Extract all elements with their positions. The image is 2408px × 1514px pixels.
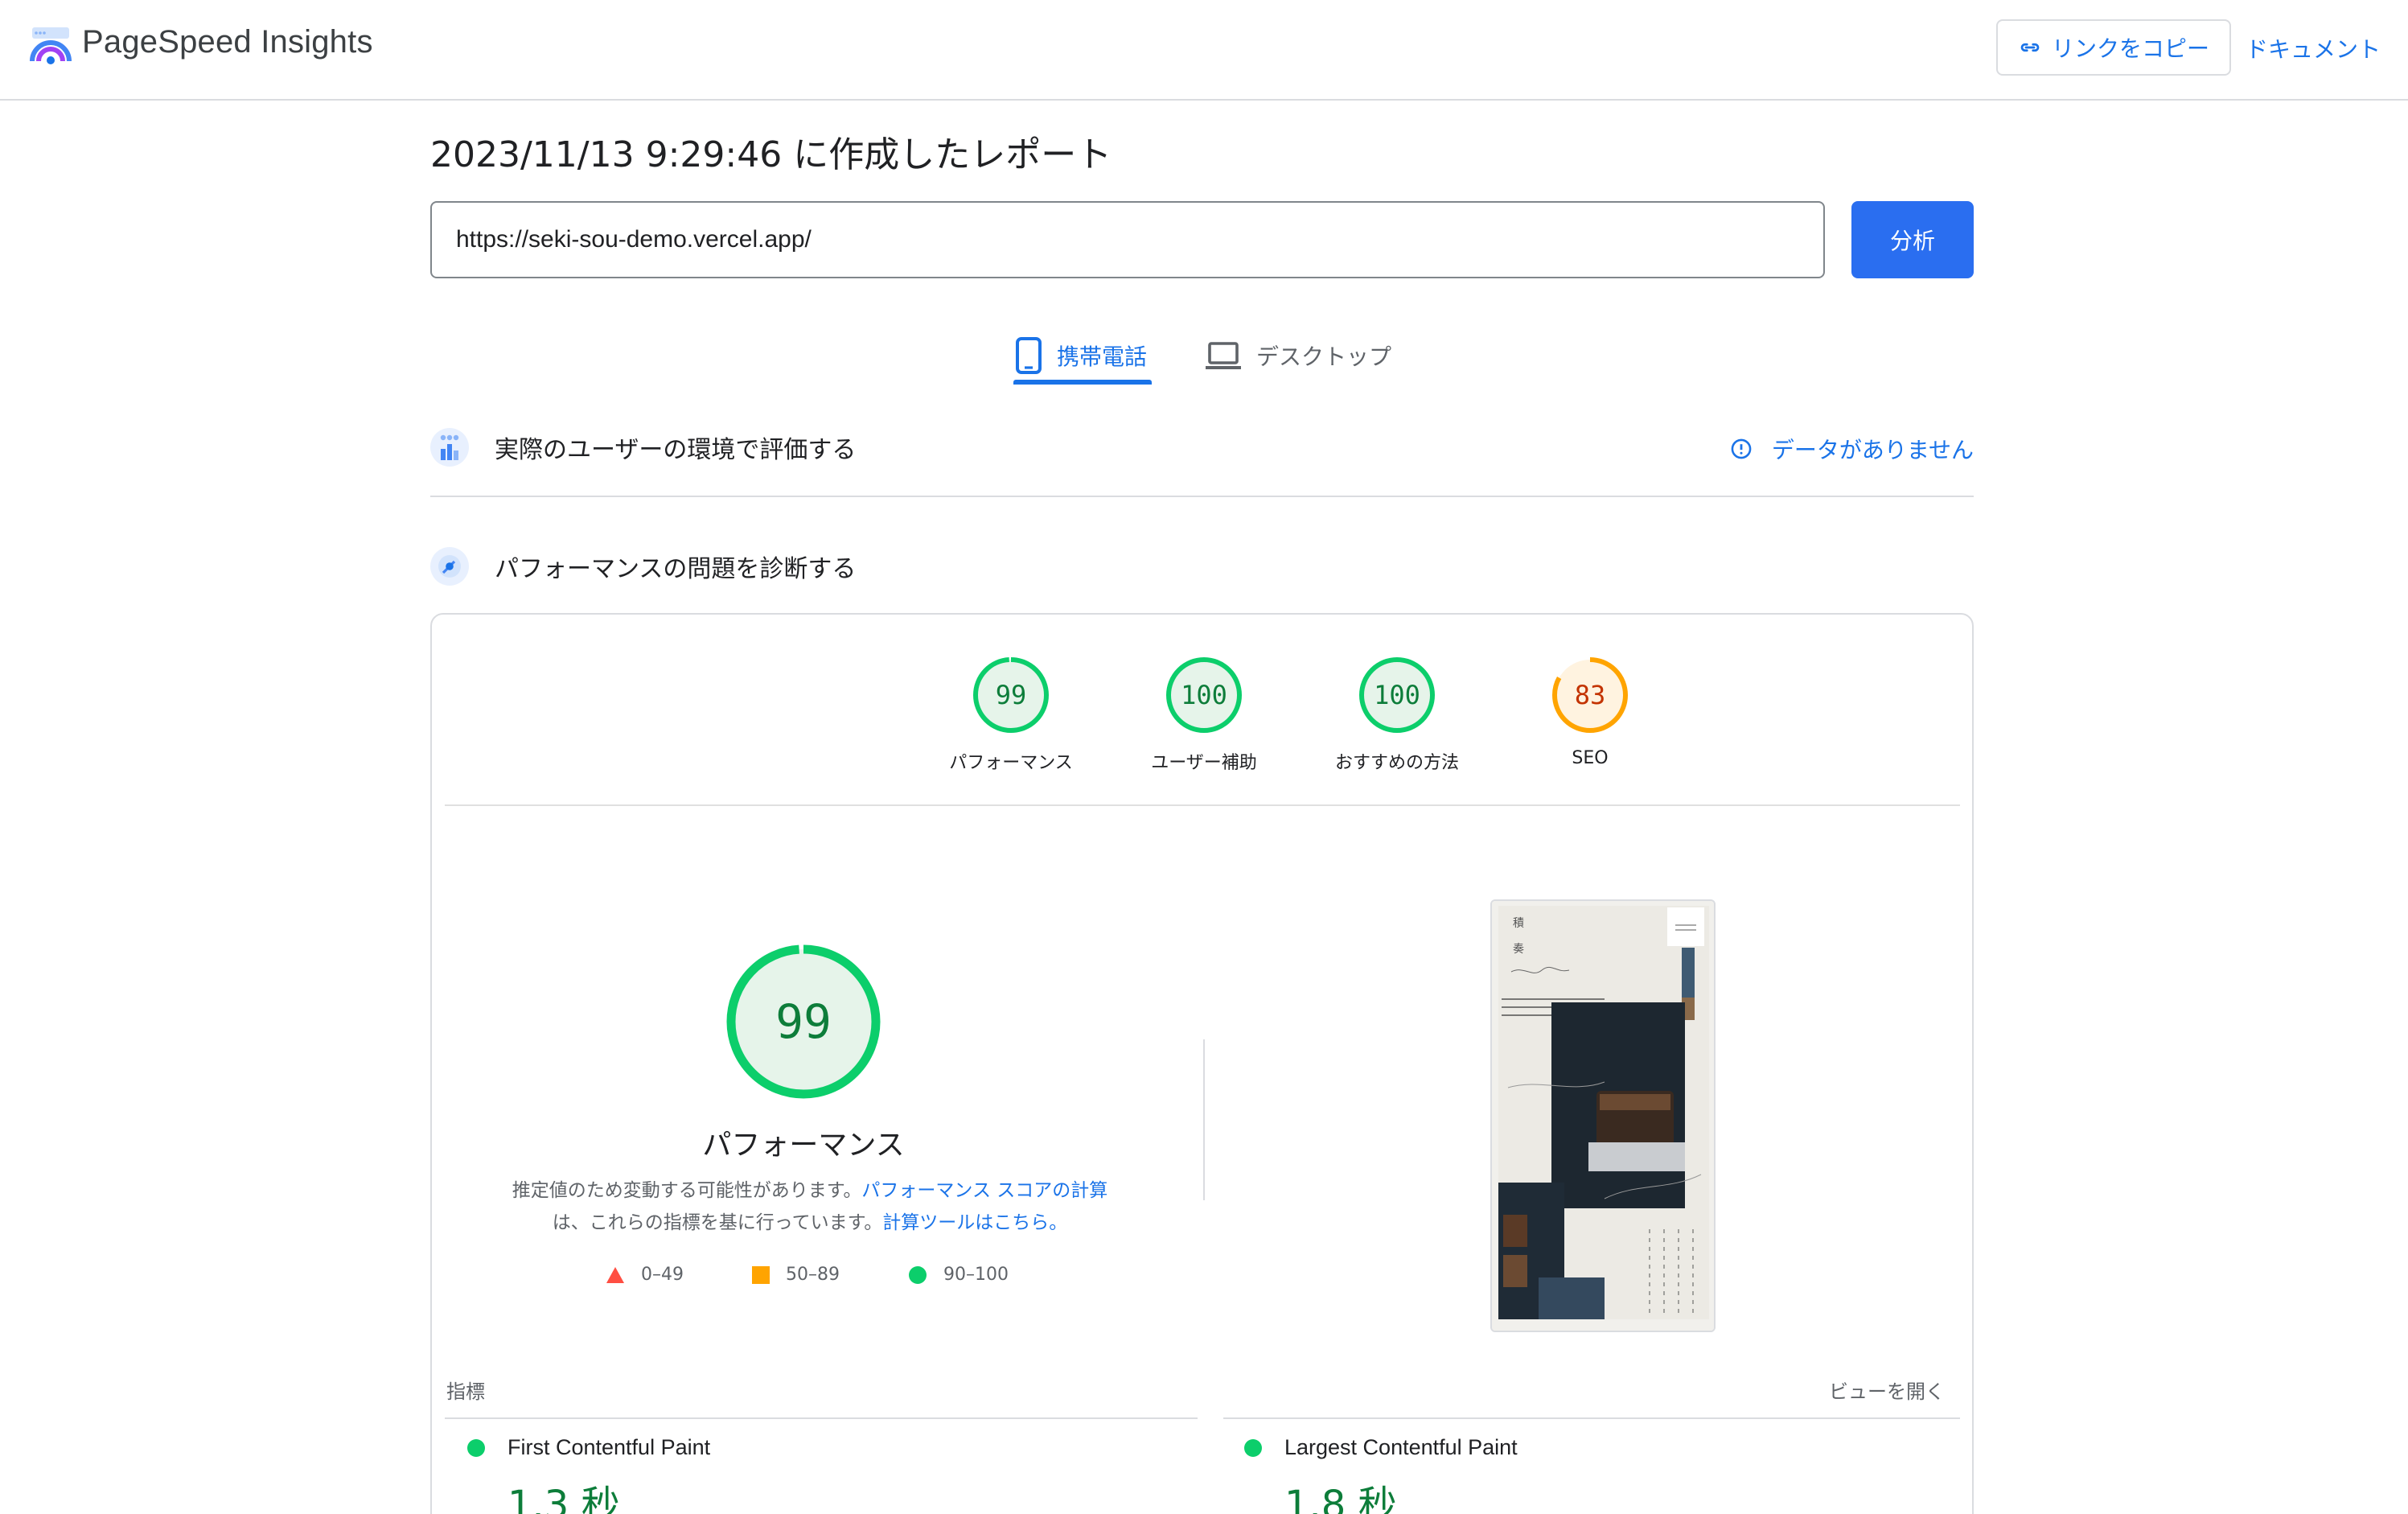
expand-view-toggle[interactable]: ビューを開く [1829, 1376, 1945, 1404]
score-label: おすすめの方法 [1334, 753, 1459, 773]
metrics-divider-left [445, 1417, 1198, 1419]
smartphone-icon [1016, 337, 1042, 374]
desc-text-2: は、これらの指標を基に行っています。 [552, 1212, 883, 1233]
desc-text-1: 推定値のため変動する可能性があります。 [512, 1180, 862, 1201]
pass-circle-icon [467, 1438, 485, 1457]
performance-score: 99 [775, 994, 832, 1049]
gauge-ring: 83 [1552, 657, 1628, 733]
tab-desktop[interactable]: デスクトップ [1205, 325, 1391, 386]
diagnose-section: パフォーマンスの問題を診断する [430, 547, 1974, 586]
info-icon [1731, 438, 1752, 459]
diagnose-icon [430, 547, 469, 586]
score-gauge-best-practices[interactable]: 100 おすすめの方法 [1301, 655, 1494, 774]
square-icon [752, 1265, 770, 1284]
legend-pass: 90–100 [908, 1265, 1009, 1285]
gauge-ring: 100 [1166, 657, 1242, 733]
metric-value: 1.8 秒 [1284, 1483, 1397, 1514]
no-data-label: データがありません [1771, 437, 1974, 463]
copy-link-button[interactable]: リンクをコピー [1996, 19, 2231, 76]
score-gauge-accessibility[interactable]: 100 ユーザー補助 [1107, 655, 1301, 774]
score-value: 100 [1374, 680, 1420, 710]
score-gauge-seo[interactable]: 83 SEO [1494, 655, 1687, 768]
metric-name: First Contentful Paint [507, 1435, 711, 1459]
field-data-section: 実際のユーザーの環境で評価する データがありません [430, 428, 1974, 467]
legend-average: 50–89 [752, 1265, 840, 1285]
final-screenshot-thumbnail[interactable]: 積 奏 [1490, 899, 1716, 1332]
score-label: SEO [1572, 748, 1609, 768]
tab-mobile-label: 携帯電話 [1057, 344, 1148, 370]
docs-link[interactable]: ドキュメント [2246, 32, 2381, 64]
score-calc-link[interactable]: パフォーマンス スコアの計算 [861, 1180, 1107, 1201]
gauge-ring: 99 [973, 657, 1049, 733]
tab-desktop-label: デスクトップ [1256, 344, 1392, 370]
top-bar: PageSpeed Insights リンクをコピー ドキュメント [0, 0, 2408, 101]
lab-report-card: 99 パフォーマンス 100 ユーザー補助 100 おすすめの方法 83 SEO [430, 613, 1974, 1514]
url-input[interactable] [430, 201, 1825, 278]
pagespeed-logo-icon[interactable] [29, 24, 72, 68]
svg-text:奏: 奏 [1513, 943, 1524, 956]
section-divider [430, 496, 1974, 497]
link-icon [2020, 43, 2040, 52]
legend-pass-label: 90–100 [943, 1265, 1009, 1285]
no-data-status[interactable]: データがありません [1730, 433, 1974, 465]
gauge-ring: 100 [1359, 657, 1435, 733]
metrics-divider-right [1223, 1417, 1960, 1419]
circle-icon [909, 1265, 927, 1284]
pass-circle-icon [1244, 1438, 1262, 1457]
card-divider [445, 804, 1960, 806]
score-value: 100 [1181, 680, 1227, 710]
legend-fail-label: 0–49 [641, 1265, 684, 1285]
screenshot-image: 積 奏 [1492, 901, 1714, 1331]
active-tab-indicator [1013, 380, 1152, 385]
score-label: パフォーマンス [949, 753, 1073, 773]
performance-gauge: 99 [726, 944, 881, 1099]
metric-name: Largest Contentful Paint [1284, 1435, 1518, 1459]
laptop-icon [1206, 342, 1241, 369]
performance-description: 推定値のため変動する可能性があります。パフォーマンス スコアの計算 は、これらの… [456, 1175, 1164, 1239]
diagnose-label: パフォーマンスの問題を診断する [495, 555, 857, 583]
field-data-label: 実際のユーザーの環境で評価する [495, 436, 857, 464]
calculator-link[interactable]: 計算ツールはこちら。 [882, 1212, 1067, 1233]
legend-fail: 0–49 [606, 1265, 684, 1285]
copy-link-label: リンクをコピー [2051, 36, 2209, 61]
performance-title: パフォーマンス [702, 1129, 905, 1162]
report-title: 2023/11/13 9:29:46 に作成したレポート [430, 134, 1112, 175]
triangle-icon [606, 1266, 624, 1283]
metric-value: 1.3 秒 [507, 1483, 620, 1514]
score-label: ユーザー補助 [1151, 753, 1257, 773]
legend-average-label: 50–89 [786, 1265, 840, 1285]
app-title: PageSpeed Insights [82, 24, 373, 60]
svg-text:積: 積 [1513, 917, 1524, 930]
metrics-heading: 指標 [446, 1380, 485, 1403]
metric-fcp: First Contentful Paint 1.3 秒 [467, 1435, 710, 1514]
analyze-button[interactable]: 分析 [1851, 201, 1974, 278]
score-value: 99 [996, 680, 1027, 710]
metric-lcp: Largest Contentful Paint 1.8 秒 [1244, 1435, 1518, 1514]
score-gauge-performance[interactable]: 99 パフォーマンス [914, 655, 1107, 774]
vertical-separator [1203, 1039, 1205, 1200]
field-data-icon [430, 428, 469, 467]
score-value: 83 [1575, 680, 1606, 710]
tab-mobile[interactable]: 携帯電話 [1015, 325, 1147, 386]
